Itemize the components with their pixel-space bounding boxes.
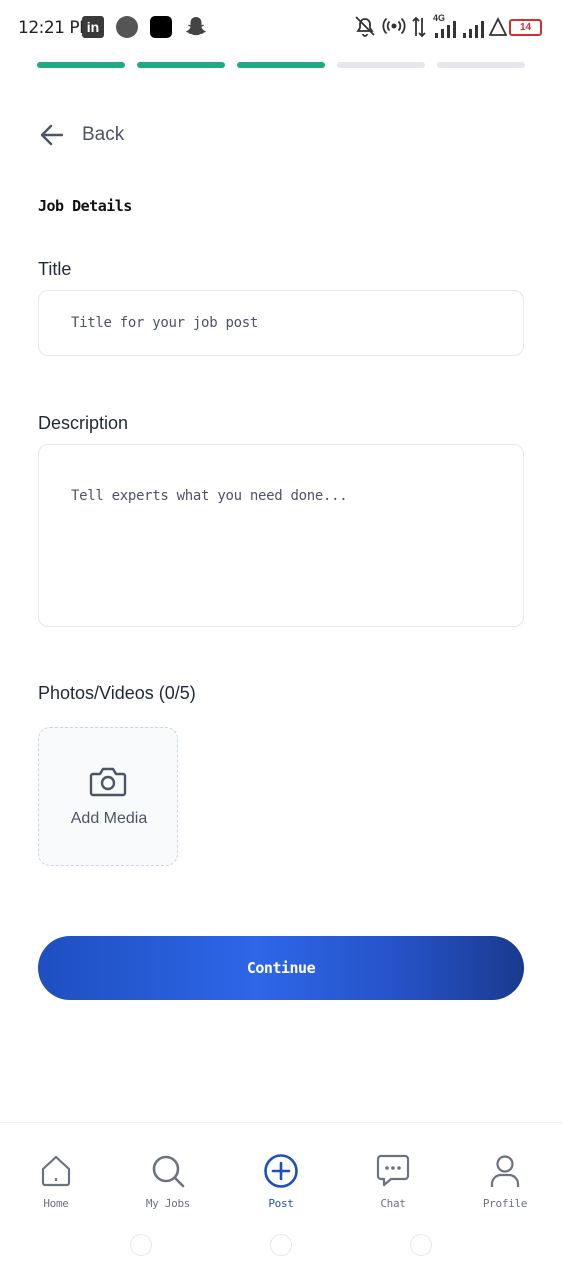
progress-step-1 — [37, 62, 125, 68]
back-button[interactable]: Back — [38, 118, 124, 152]
media-label: Photos/Videos (0/5) — [38, 683, 196, 703]
user-icon — [490, 1155, 520, 1187]
chat-icon — [376, 1154, 410, 1187]
linkedin-icon: in — [82, 16, 104, 38]
nav-label-my-jobs: My Jobs — [145, 1197, 191, 1210]
search-icon — [152, 1155, 185, 1188]
hotspot-icon — [382, 17, 406, 35]
progress-step-5 — [437, 62, 525, 68]
continue-button[interactable]: Continue — [38, 936, 524, 1000]
plus-circle-icon — [264, 1154, 298, 1188]
camera-icon — [89, 767, 127, 797]
status-bar: 12:21 PM in 4G 14 — [0, 0, 562, 56]
description-textarea[interactable]: Tell experts what you need done... — [38, 444, 524, 627]
home-icon — [41, 1155, 71, 1187]
nav-item-chat[interactable]: Chat — [343, 1153, 443, 1210]
progress-step-4 — [337, 62, 425, 68]
square-app-icon — [150, 16, 172, 38]
progress-step-3 — [237, 62, 325, 68]
add-media-label: Add Media — [70, 810, 148, 827]
nav-item-my-jobs[interactable]: My Jobs — [118, 1153, 218, 1210]
section-title: Job Details — [38, 197, 132, 215]
bell-off-icon — [355, 16, 375, 37]
bottom-nav: Home My Jobs Post Chat Profile — [0, 1122, 562, 1232]
system-recents-button[interactable] — [410, 1234, 432, 1256]
progress-step-2 — [137, 62, 225, 68]
signal-icon — [435, 21, 456, 38]
arrow-left-icon — [40, 124, 64, 146]
system-home-button[interactable] — [270, 1234, 292, 1256]
nav-label-home: Home — [43, 1197, 69, 1210]
title-label: Title — [38, 259, 72, 279]
nav-item-post[interactable]: Post — [231, 1153, 331, 1210]
circle-app-icon — [116, 16, 138, 38]
signal-icon — [463, 21, 484, 38]
battery-icon: 14 — [509, 19, 542, 36]
title-input[interactable]: Title for your job post — [38, 290, 524, 356]
title-placeholder: Title for your job post — [71, 315, 258, 331]
nav-label-profile: Profile — [482, 1197, 528, 1210]
nav-item-home[interactable]: Home — [6, 1153, 106, 1210]
nav-label-chat: Chat — [380, 1197, 406, 1210]
back-label: Back — [82, 124, 125, 145]
data-arrows-icon — [412, 16, 426, 38]
snapchat-icon — [186, 17, 206, 36]
nav-label-post: Post — [268, 1197, 294, 1210]
description-label: Description — [38, 413, 129, 433]
add-media-button[interactable]: Add Media — [38, 727, 178, 866]
step-progress — [37, 62, 525, 68]
nav-item-profile[interactable]: Profile — [455, 1153, 555, 1210]
alert-icon — [489, 17, 507, 36]
system-back-button[interactable] — [130, 1234, 152, 1256]
description-placeholder: Tell experts what you need done... — [71, 488, 348, 504]
